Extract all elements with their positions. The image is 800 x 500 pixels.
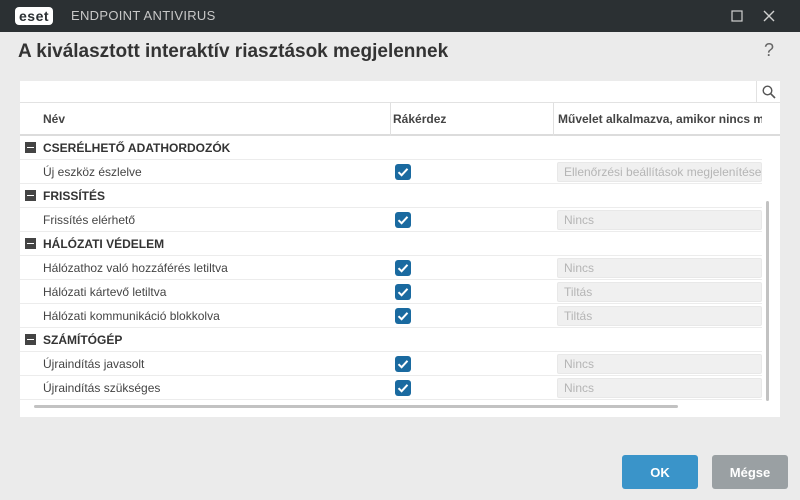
column-header-action[interactable]: Művelet alkalmazva, amikor nincs m <box>558 103 762 136</box>
ask-checkbox[interactable] <box>395 260 411 276</box>
table-row[interactable]: Új eszköz észlelve Ellenőrzési beállításo… <box>20 160 762 184</box>
checkmark-icon <box>397 168 409 177</box>
search-button[interactable] <box>756 81 780 103</box>
group-row[interactable]: FRISSÍTÉS <box>20 184 762 208</box>
alert-name: Hálózati kommunikáció blokkolva <box>43 309 220 323</box>
cancel-button[interactable]: Mégse <box>712 455 788 489</box>
scrollbar-thumb[interactable] <box>766 201 769 401</box>
table-row[interactable]: Hálózati kommunikáció blokkolva Tiltás <box>20 304 762 328</box>
title-bar: eset ENDPOINT ANTIVIRUS <box>0 0 800 32</box>
ask-checkbox[interactable] <box>395 284 411 300</box>
group-label: FRISSÍTÉS <box>43 189 106 203</box>
maximize-button[interactable] <box>721 0 753 32</box>
alert-name: Hálózati kártevő letiltva <box>43 285 167 299</box>
action-dropdown: Tiltás <box>557 282 762 302</box>
horizontal-scrollbar[interactable] <box>34 405 678 408</box>
alert-name: Frissítés elérhető <box>43 213 136 227</box>
table-row[interactable]: Újraindítás szükséges Nincs <box>20 376 762 400</box>
checkmark-icon <box>397 216 409 225</box>
table-row[interactable]: Frissítés elérhető Nincs <box>20 208 762 232</box>
alerts-table: Név Rákérdez Művelet alkalmazva, amikor … <box>20 81 780 417</box>
column-header-name[interactable]: Név <box>43 103 383 136</box>
app-title: ENDPOINT ANTIVIRUS <box>71 8 216 23</box>
collapse-icon[interactable] <box>25 238 36 249</box>
action-dropdown: Nincs <box>557 378 762 398</box>
eset-logo: eset <box>15 7 54 25</box>
ask-checkbox[interactable] <box>395 212 411 228</box>
ask-checkbox[interactable] <box>395 308 411 324</box>
search-row <box>20 81 780 103</box>
ask-checkbox[interactable] <box>395 356 411 372</box>
collapse-icon[interactable] <box>25 334 36 345</box>
collapse-icon[interactable] <box>25 190 36 201</box>
alert-name: Hálózathoz való hozzáférés letiltva <box>43 261 228 275</box>
ask-checkbox[interactable] <box>395 164 411 180</box>
checkmark-icon <box>397 360 409 369</box>
group-label: CSERÉLHETŐ ADATHORDOZÓK <box>43 141 231 155</box>
column-header-ask[interactable]: Rákérdez <box>393 103 543 136</box>
action-dropdown: Nincs <box>557 210 762 230</box>
checkmark-icon <box>397 288 409 297</box>
vertical-scrollbar[interactable] <box>766 201 770 401</box>
group-label: SZÁMÍTÓGÉP <box>43 333 123 347</box>
group-row[interactable]: HÁLÓZATI VÉDELEM <box>20 232 762 256</box>
table-row[interactable]: Hálózathoz való hozzáférés letiltva Nincs <box>20 256 762 280</box>
ask-checkbox[interactable] <box>395 380 411 396</box>
checkmark-icon <box>397 264 409 273</box>
table-row[interactable]: Újraindítás javasolt Nincs <box>20 352 762 376</box>
search-icon <box>761 85 776 99</box>
maximize-icon <box>731 10 743 22</box>
checkmark-icon <box>397 312 409 321</box>
action-dropdown: Tiltás <box>557 306 762 326</box>
close-icon <box>763 10 775 22</box>
column-divider[interactable] <box>390 103 391 136</box>
table-row[interactable]: Hálózati kártevő letiltva Tiltás <box>20 280 762 304</box>
alert-name: Újraindítás javasolt <box>43 357 145 371</box>
group-row[interactable]: CSERÉLHETŐ ADATHORDOZÓK <box>20 136 762 160</box>
checkmark-icon <box>397 384 409 393</box>
table-body: CSERÉLHETŐ ADATHORDOZÓK Új eszköz észlelv… <box>20 136 762 401</box>
column-divider[interactable] <box>553 103 554 136</box>
group-label: HÁLÓZATI VÉDELEM <box>43 237 165 251</box>
ok-button[interactable]: OK <box>622 455 698 489</box>
table-header: Név Rákérdez Művelet alkalmazva, amikor … <box>20 103 780 136</box>
action-dropdown: Ellenőrzési beállítások megjelenítése <box>557 162 762 182</box>
dialog-title: A kiválasztott interaktív riasztások meg… <box>18 41 449 62</box>
collapse-icon[interactable] <box>25 142 36 153</box>
group-row[interactable]: SZÁMÍTÓGÉP <box>20 328 762 352</box>
alert-name: Újraindítás szükséges <box>43 381 161 395</box>
action-dropdown: Nincs <box>557 354 762 374</box>
close-button[interactable] <box>753 0 785 32</box>
alert-name: Új eszköz észlelve <box>43 165 142 179</box>
help-icon[interactable]: ? <box>764 40 774 61</box>
action-dropdown: Nincs <box>557 258 762 278</box>
